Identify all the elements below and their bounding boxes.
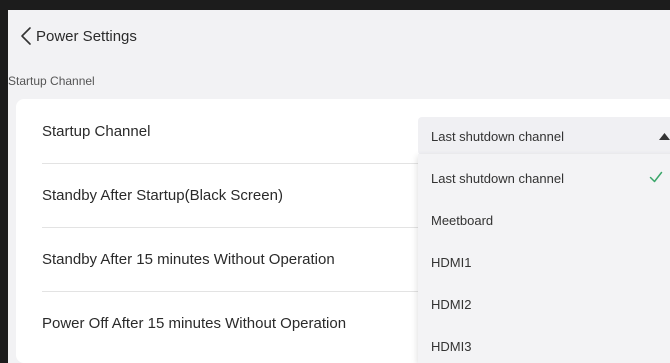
setting-row-standby-15-min[interactable]: Standby After 15 minutes Without Operati…: [42, 227, 422, 292]
section-label: Startup Channel: [8, 74, 95, 88]
setting-row-power-off-15-min[interactable]: Power Off After 15 minutes Without Opera…: [42, 291, 422, 355]
option-label: Meetboard: [431, 213, 494, 228]
option-hdmi1[interactable]: HDMI1: [418, 243, 670, 283]
chevron-left-icon: [21, 27, 31, 45]
option-hdmi3[interactable]: HDMI3: [418, 327, 670, 363]
setting-row-startup-channel[interactable]: Startup Channel: [42, 99, 422, 164]
setting-label: Standby After Startup(Black Screen): [42, 186, 283, 204]
setting-row-standby-after-startup[interactable]: Standby After Startup(Black Screen): [42, 163, 422, 228]
settings-screen: Power Settings Startup Channel Startup C…: [8, 10, 670, 363]
option-hdmi2[interactable]: HDMI2: [418, 285, 670, 325]
option-label: HDMI1: [431, 255, 472, 270]
startup-channel-dropdown: Last shutdown channel Meetboard HDMI1 HD…: [418, 154, 670, 363]
option-last-shutdown-channel[interactable]: Last shutdown channel: [418, 159, 670, 199]
option-label: HDMI2: [431, 297, 472, 312]
checkmark-icon: [649, 171, 663, 183]
caret-up-icon: [659, 133, 670, 140]
startup-channel-select[interactable]: Last shutdown channel: [418, 117, 670, 155]
back-button[interactable]: [16, 24, 36, 48]
header: Power Settings: [8, 10, 670, 62]
setting-label: Power Off After 15 minutes Without Opera…: [42, 314, 347, 332]
setting-label: Standby After 15 minutes Without Operati…: [42, 250, 335, 268]
select-value: Last shutdown channel: [431, 129, 564, 144]
page-title: Power Settings: [36, 28, 137, 45]
option-meetboard[interactable]: Meetboard: [418, 201, 670, 241]
option-label: HDMI3: [431, 339, 472, 354]
option-label: Last shutdown channel: [431, 171, 564, 186]
setting-label: Startup Channel: [42, 122, 151, 140]
